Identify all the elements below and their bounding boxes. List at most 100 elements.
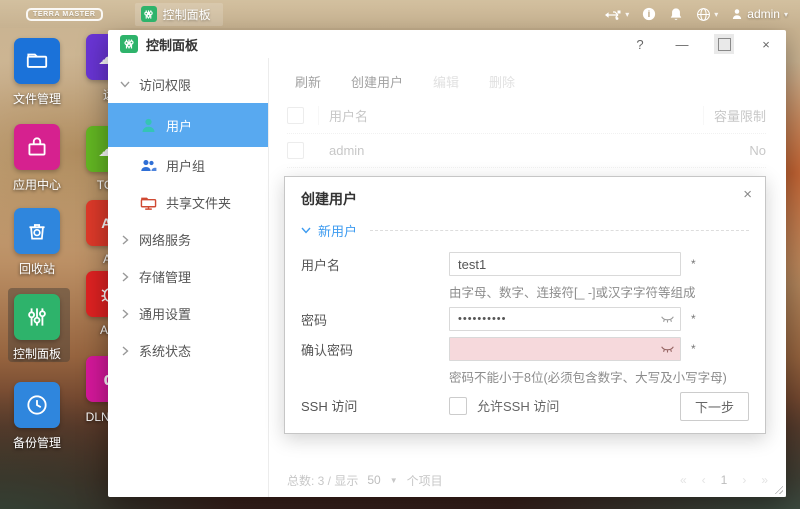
window-title: 控制面板 <box>146 37 199 53</box>
user-icon <box>733 8 742 19</box>
password-hint: 密码不能小于8位(必须包含数字、大写及小写字母) <box>449 371 727 385</box>
language-menu[interactable]: ▾ <box>696 7 718 22</box>
info-icon: i <box>643 7 656 21</box>
confirm-password-label: 确认密码 <box>301 342 354 358</box>
info-button[interactable]: i <box>642 7 656 21</box>
sidebar-group-label: 存储管理 <box>139 270 192 285</box>
topbar: TERRA MASTER 控制面板 ▾ i ▾ admin ▾ <box>0 0 800 28</box>
chevron-down-icon: ▾ <box>783 9 788 19</box>
desktop-icon-label[interactable]: 备份管理 <box>0 434 75 451</box>
maximize-icon <box>717 37 731 51</box>
chevron-down-icon <box>301 227 311 234</box>
ssh-checkbox-label: 允许SSH 访问 <box>477 399 560 414</box>
sidebar-item-users[interactable]: 用户 <box>108 103 268 147</box>
dialog-title: 创建用户 <box>301 191 357 207</box>
users-icon <box>141 159 157 172</box>
sidebar-group-storage[interactable]: 存储管理 <box>108 258 268 295</box>
desktop: 文件管理 应用中心 回收站 控制面板 备份管理 ☁ 远 ☁ TOS Ar Ar … <box>0 0 800 509</box>
backup-manager-icon[interactable] <box>14 382 60 428</box>
notifications-button[interactable] <box>669 7 683 22</box>
taskbar-item-control-panel[interactable]: 控制面板 <box>134 2 223 26</box>
sliders-icon <box>28 308 46 326</box>
recycle-bin-icon[interactable] <box>14 208 60 254</box>
required-asterisk: * <box>691 257 696 271</box>
trash-icon <box>29 224 45 240</box>
user-menu[interactable]: admin ▾ <box>731 7 788 21</box>
sidebar-group-general[interactable]: 通用设置 <box>108 295 268 332</box>
next-step-button[interactable]: 下一步 <box>679 392 749 421</box>
clock-icon <box>27 395 47 415</box>
sidebar-group-label: 访问权限 <box>139 78 192 93</box>
desktop-icon-label[interactable]: 应用中心 <box>0 176 75 193</box>
control-panel-mini-icon <box>140 6 157 22</box>
confirm-password-input[interactable] <box>449 337 681 361</box>
chevron-right-icon <box>120 308 130 319</box>
sidebar-item-label: 共享文件夹 <box>166 196 232 211</box>
file-manager-icon[interactable] <box>14 38 60 84</box>
window-controls: ? — × <box>630 34 776 54</box>
control-panel-window-icon <box>120 35 138 53</box>
sidebar-item-shared-folders[interactable]: 共享文件夹 <box>108 184 268 221</box>
username-label: 用户名 <box>301 257 341 273</box>
create-user-dialog: 创建用户 × 新用户 用户名 * <box>284 176 766 434</box>
sidebar-group-network[interactable]: 网络服务 <box>108 221 268 258</box>
chevron-right-icon <box>120 271 130 282</box>
close-window-button[interactable]: × <box>756 34 776 54</box>
window-body: 访问权限 用户 用户组 共享文件夹 网络服务 存储管理 通用设置 系统状态 刷新… <box>108 58 786 497</box>
confirm-password-row: 确认密码 * <box>301 337 749 361</box>
terramaster-logo: TERRA MASTER <box>26 7 103 21</box>
topbar-right: ▾ i ▾ admin ▾ <box>605 7 788 22</box>
sidebar: 访问权限 用户 用户组 共享文件夹 网络服务 存储管理 通用设置 系统状态 <box>108 58 269 497</box>
globe-icon <box>697 7 711 21</box>
password-label: 密码 <box>301 312 328 328</box>
window-titlebar[interactable]: 控制面板 ? — × <box>108 30 786 58</box>
new-user-section-header[interactable]: 新用户 <box>301 221 749 240</box>
create-user-form: 用户名 * 由字母、数字、连接符[_ -]或汉字字符等组成 密码 <box>301 252 749 415</box>
sidebar-item-label: 用户 <box>166 118 193 134</box>
sidebar-item-user-groups[interactable]: 用户组 <box>108 147 268 184</box>
help-button[interactable]: ? <box>630 34 650 54</box>
taskbar-item-label: 控制面板 <box>162 7 211 22</box>
sidebar-item-label: 用户组 <box>166 159 206 174</box>
shopping-bag-icon <box>28 137 46 156</box>
section-divider <box>370 230 749 231</box>
desktop-icon-label[interactable]: 文件管理 <box>0 90 75 107</box>
shared-folder-icon <box>140 197 157 210</box>
maximize-button[interactable] <box>714 34 734 54</box>
sidebar-group-label: 通用设置 <box>139 307 192 322</box>
required-asterisk: * <box>691 342 696 356</box>
username-hint: 由字母、数字、连接符[_ -]或汉字字符等组成 <box>449 286 696 300</box>
control-panel-window: 控制面板 ? — × 访问权限 用户 用户组 共享文件夹 网络服务 存储管理 通… <box>108 30 786 497</box>
chevron-down-icon: ▾ <box>714 9 719 19</box>
username-input[interactable] <box>449 252 681 276</box>
desktop-icon-label[interactable]: 控制面板 <box>0 345 75 362</box>
section-label: 新用户 <box>318 224 358 239</box>
external-device-menu[interactable]: ▾ <box>605 8 629 21</box>
username-row: 用户名 * <box>301 252 749 276</box>
password-input[interactable] <box>449 307 681 331</box>
chevron-right-icon <box>120 345 130 356</box>
close-dialog-button[interactable]: × <box>743 186 752 203</box>
eye-closed-icon[interactable] <box>660 315 675 324</box>
minimize-button[interactable]: — <box>672 34 692 54</box>
sidebar-group-label: 系统状态 <box>139 344 192 359</box>
sidebar-group-access[interactable]: 访问权限 <box>108 66 268 103</box>
chevron-right-icon <box>120 234 130 245</box>
chevron-down-icon: ▾ <box>625 9 630 19</box>
sidebar-group-label: 网络服务 <box>139 233 192 248</box>
svg-text:i: i <box>648 9 650 19</box>
content-pane: 刷新 创建用户 编辑 删除 用户名 容量限制 admin No 总数: 3 / … <box>269 58 786 497</box>
chevron-down-icon <box>120 81 130 88</box>
folder-icon <box>26 53 48 68</box>
bell-icon <box>671 7 682 20</box>
eye-closed-icon[interactable] <box>660 345 675 354</box>
sidebar-group-system[interactable]: 系统状态 <box>108 332 268 369</box>
usb-icon <box>605 10 621 20</box>
required-asterisk: * <box>691 312 696 326</box>
username-label: admin <box>747 7 780 21</box>
control-panel-icon[interactable] <box>14 294 60 340</box>
password-row: 密码 * <box>301 307 749 331</box>
app-center-icon[interactable] <box>14 124 60 170</box>
desktop-icon-label[interactable]: 回收站 <box>0 260 75 277</box>
ssh-checkbox[interactable] <box>449 396 467 415</box>
